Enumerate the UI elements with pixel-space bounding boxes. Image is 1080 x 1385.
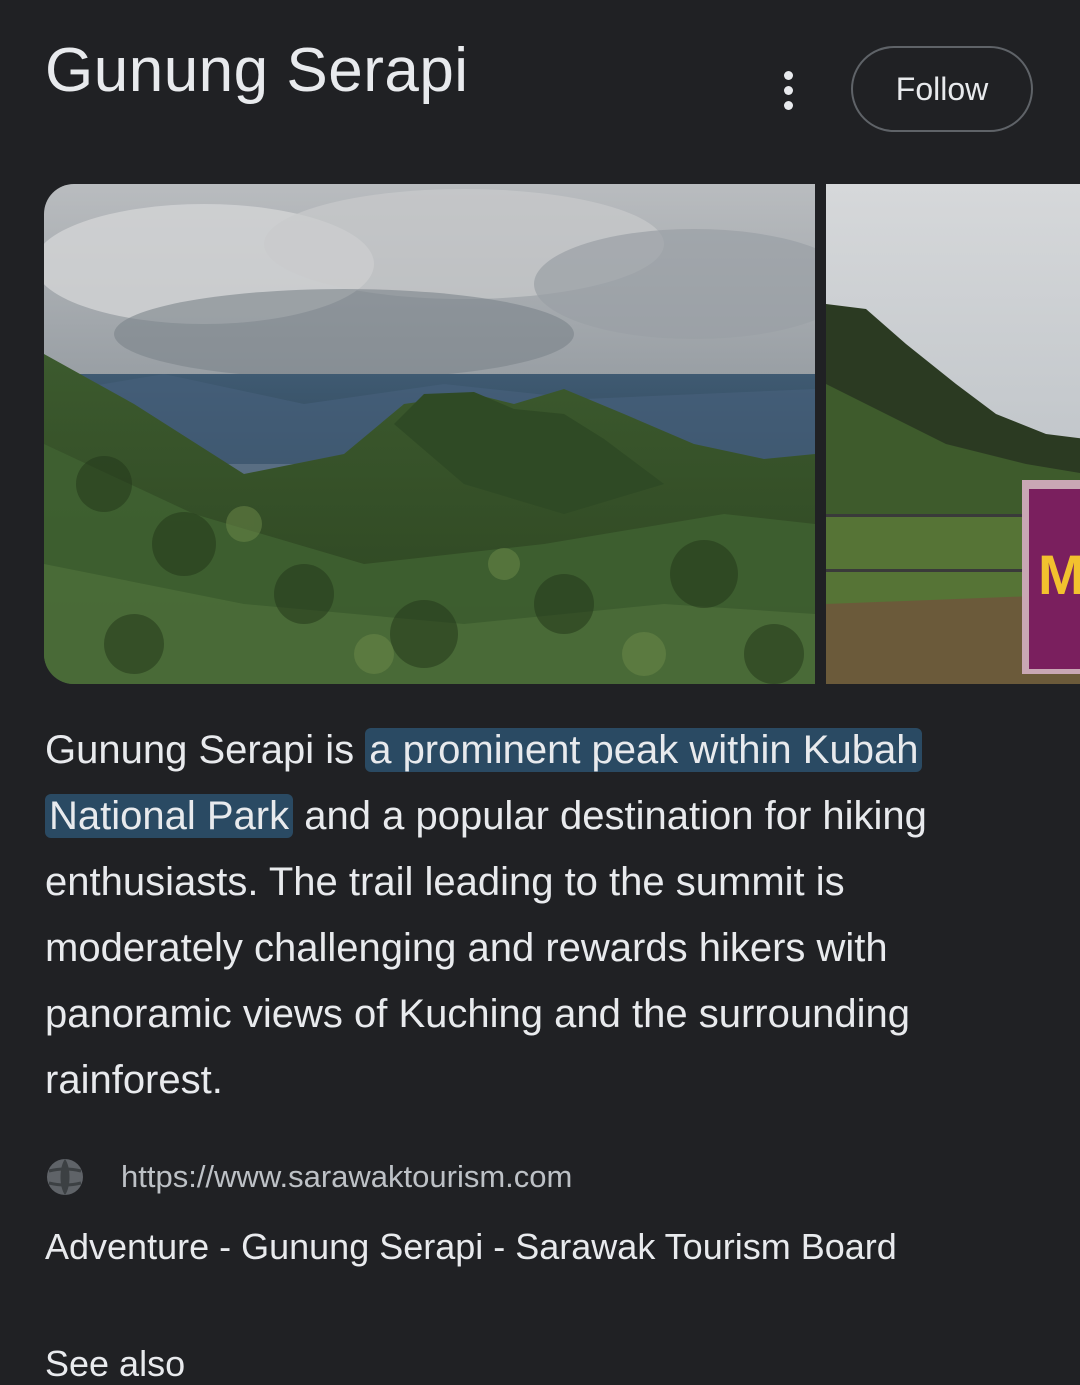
header: Gunung Serapi Follow <box>0 0 1080 170</box>
see-also-heading: See also <box>45 1343 186 1384</box>
more-vert-icon <box>783 70 793 80</box>
highlighted-text[interactable]: a prominent peak within Kubah <box>365 728 923 772</box>
image-carousel[interactable]: M <box>44 184 1080 684</box>
source-row[interactable]: https://www.sarawaktourism.com <box>45 1155 572 1199</box>
description-intro: Gunung Serapi is <box>45 728 366 772</box>
more-vert-icon-dot <box>783 85 793 95</box>
source-link-title[interactable]: Adventure - Gunung Serapi - Sarawak Tour… <box>45 1226 897 1268</box>
description-rest: and a popular destination for hiking ent… <box>45 794 927 1102</box>
more-vert-icon-dot <box>783 100 793 110</box>
globe-icon <box>47 1159 83 1195</box>
description: Gunung Serapi is a prominent peak within… <box>45 717 1045 1113</box>
follow-button[interactable]: Follow <box>851 46 1033 132</box>
source-url[interactable]: https://www.sarawaktourism.com <box>121 1159 572 1195</box>
more-options-button[interactable] <box>766 66 810 114</box>
highlighted-text-continued[interactable]: National Park <box>45 794 294 838</box>
park-sign-image[interactable]: M <box>826 184 1080 684</box>
mountain-landscape-image[interactable] <box>44 184 815 684</box>
page-title: Gunung Serapi <box>45 36 469 105</box>
park-sign-text: M <box>1038 543 1080 606</box>
